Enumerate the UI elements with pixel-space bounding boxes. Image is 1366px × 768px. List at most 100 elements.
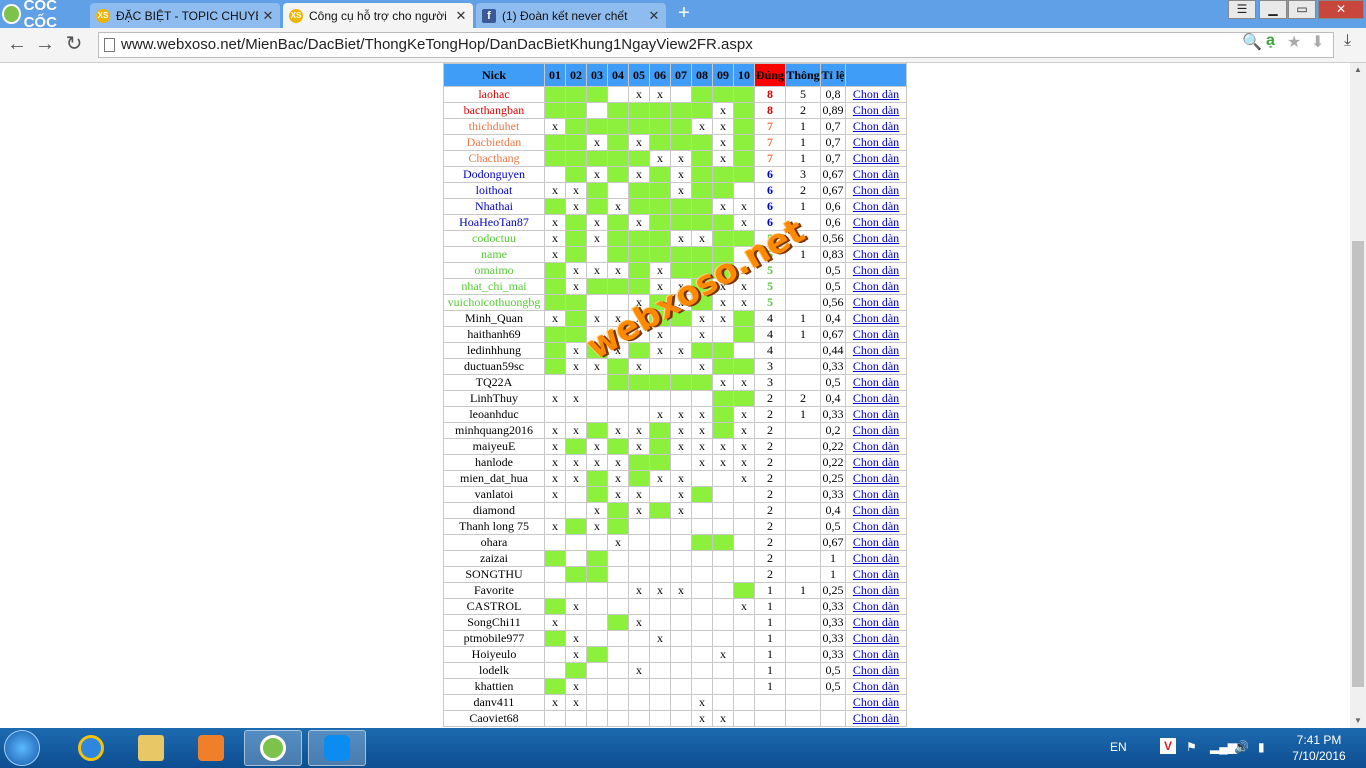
chon-dan-link[interactable]: Chon dàn	[853, 279, 899, 293]
row-cell	[586, 646, 608, 663]
chon-dan-link[interactable]: Chon dàn	[853, 647, 899, 661]
row-cell	[586, 550, 608, 567]
maximize-icon[interactable]: ▭	[1288, 0, 1316, 19]
chon-dan-link[interactable]: Chon dàn	[853, 247, 899, 261]
scroll-up-icon[interactable]: ▲	[1350, 63, 1366, 77]
chon-dan-link[interactable]: Chon dàn	[853, 663, 899, 677]
row-nick: loithoat	[443, 182, 545, 199]
chon-dan-link[interactable]: Chon dàn	[853, 503, 899, 517]
downloads-icon[interactable]: ⤓	[1344, 32, 1351, 50]
coccoc-taskbar-icon[interactable]	[244, 730, 302, 766]
new-tab-icon[interactable]: +	[675, 3, 693, 23]
chon-dan-link[interactable]: Chon dàn	[853, 423, 899, 437]
internet-explorer-icon[interactable]	[62, 730, 120, 766]
row-action: Chon dàn	[845, 694, 907, 711]
chon-dan-link[interactable]: Chon dàn	[853, 615, 899, 629]
chon-dan-link[interactable]: Chon dàn	[853, 599, 899, 613]
chon-dan-link[interactable]: Chon dàn	[853, 359, 899, 373]
media-player-icon[interactable]	[182, 730, 240, 766]
zalo-icon[interactable]	[308, 730, 366, 766]
chon-dan-link[interactable]: Chon dàn	[853, 215, 899, 229]
tab-3[interactable]: f (1) Đoàn kết never chết ✕	[476, 3, 666, 28]
row-action: Chon dàn	[845, 598, 907, 615]
chon-dan-link[interactable]: Chon dàn	[853, 375, 899, 389]
row-cell	[712, 358, 734, 375]
chon-dan-link[interactable]: Chon dàn	[853, 407, 899, 421]
table-row: minhquang2016 x x x x x x x 2 0,2 Chon dàn	[443, 422, 907, 439]
system-clock[interactable]: 7:41 PM 7/10/2016	[1284, 732, 1354, 764]
chon-dan-link[interactable]: Chon dàn	[853, 295, 899, 309]
back-icon[interactable]: ←	[6, 33, 28, 55]
battery-icon[interactable]: ▮	[1258, 740, 1265, 754]
row-cell	[607, 150, 629, 167]
chon-dan-link[interactable]: Chon dàn	[853, 199, 899, 213]
row-cell: x	[670, 438, 692, 455]
close-icon[interactable]: ✕	[455, 8, 467, 24]
row-cell: x	[586, 518, 608, 535]
row-cell: x	[649, 86, 671, 103]
row-cell	[691, 214, 713, 231]
row-tile: 0,33	[820, 486, 846, 503]
chon-dan-link[interactable]: Chon dàn	[853, 311, 899, 325]
language-indicator[interactable]: EN	[1110, 740, 1127, 754]
zoom-icon[interactable]: 🔍	[1242, 32, 1262, 52]
forward-icon[interactable]: →	[34, 33, 56, 55]
scrollbar-thumb[interactable]	[1352, 241, 1364, 687]
chon-dan-link[interactable]: Chon dàn	[853, 231, 899, 245]
chon-dan-link[interactable]: Chon dàn	[853, 567, 899, 581]
close-icon[interactable]: ✕	[262, 8, 274, 24]
bookmark-star-icon[interactable]: ★	[1287, 32, 1301, 52]
row-cell	[649, 518, 671, 535]
scroll-down-icon[interactable]: ▼	[1350, 714, 1366, 728]
chon-dan-link[interactable]: Chon dàn	[853, 679, 899, 693]
tab-1[interactable]: XS ĐẶC BIỆT - TOPIC CHUYÊN ✕	[90, 3, 280, 28]
chon-dan-link[interactable]: Chon dàn	[853, 183, 899, 197]
chon-dan-link[interactable]: Chon dàn	[853, 167, 899, 181]
row-thong	[785, 518, 821, 535]
row-thong: 3	[785, 166, 821, 183]
chon-dan-link[interactable]: Chon dàn	[853, 471, 899, 485]
chon-dan-link[interactable]: Chon dàn	[853, 87, 899, 101]
page-scrollbar[interactable]: ▲ ▼	[1350, 63, 1366, 728]
file-explorer-icon[interactable]	[122, 730, 180, 766]
chon-dan-link[interactable]: Chon dàn	[853, 439, 899, 453]
row-cell	[712, 262, 734, 279]
network-signal-icon[interactable]: ▂▄▆	[1210, 740, 1237, 754]
chon-dan-link[interactable]: Chon dàn	[853, 391, 899, 405]
menu-icon[interactable]: ☰	[1228, 0, 1256, 19]
action-center-icon[interactable]: ⚑	[1186, 740, 1197, 754]
chon-dan-link[interactable]: Chon dàn	[853, 487, 899, 501]
url-input[interactable]: www.webxoso.net/MienBac/DacBiet/ThongKeT…	[98, 32, 1334, 58]
chon-dan-link[interactable]: Chon dàn	[853, 535, 899, 549]
row-cell	[544, 502, 566, 519]
close-window-icon[interactable]: ✕	[1318, 0, 1364, 19]
volume-icon[interactable]: 🔊	[1234, 740, 1249, 754]
windows-start-icon[interactable]	[4, 730, 40, 766]
antivirus-icon[interactable]: V	[1160, 738, 1176, 754]
download-icon[interactable]: ⬇	[1311, 32, 1324, 52]
coccoc-typing-icon[interactable]: ạ	[1266, 32, 1275, 50]
row-cell	[649, 694, 671, 711]
row-cell	[691, 678, 713, 695]
chon-dan-link[interactable]: Chon dàn	[853, 519, 899, 533]
chon-dan-link[interactable]: Chon dàn	[853, 343, 899, 357]
chon-dan-link[interactable]: Chon dàn	[853, 151, 899, 165]
chon-dan-link[interactable]: Chon dàn	[853, 695, 899, 709]
tab-2[interactable]: XS Công cụ hỗ trợ cho người ✕	[283, 3, 473, 28]
chon-dan-link[interactable]: Chon dàn	[853, 119, 899, 133]
reload-icon[interactable]: ↻	[63, 33, 85, 55]
chon-dan-link[interactable]: Chon dàn	[853, 631, 899, 645]
chon-dan-link[interactable]: Chon dàn	[853, 135, 899, 149]
minimize-icon[interactable]: ▁	[1259, 0, 1287, 19]
chon-dan-link[interactable]: Chon dàn	[853, 455, 899, 469]
chon-dan-link[interactable]: Chon dàn	[853, 551, 899, 565]
row-cell	[565, 534, 587, 551]
row-cell	[544, 102, 566, 119]
chon-dan-link[interactable]: Chon dàn	[853, 327, 899, 341]
chon-dan-link[interactable]: Chon dàn	[853, 711, 899, 725]
chon-dan-link[interactable]: Chon dàn	[853, 263, 899, 277]
chon-dan-link[interactable]: Chon dàn	[853, 583, 899, 597]
chon-dan-link[interactable]: Chon dàn	[853, 103, 899, 117]
close-icon[interactable]: ✕	[648, 8, 660, 24]
coccoc-logo[interactable]: CỐC CỐC	[2, 0, 88, 31]
